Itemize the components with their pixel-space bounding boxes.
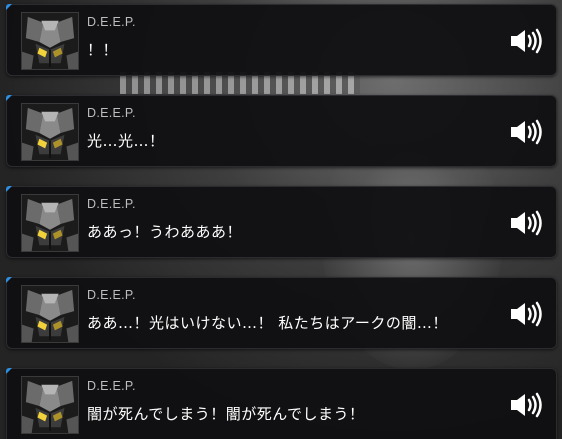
speaker-name: D.E.E.P. (87, 106, 136, 120)
deep-robot-icon (21, 285, 79, 343)
log-entry: D.E.E.P. 闇が死んでしまう！闇が死んでしまう！ (6, 368, 557, 439)
speaker-icon[interactable] (510, 118, 544, 146)
log-entry: D.E.E.P. ああ…！光はいけない…！ 私たちはアークの闇…！ (6, 277, 557, 349)
speaker-name: D.E.E.P. (87, 15, 136, 29)
log-entry: D.E.E.P. 光…光…！ (6, 95, 557, 167)
dialogue-text: ああっ！うわあああ！ (87, 223, 243, 241)
deep-robot-icon (21, 376, 79, 434)
dialogue-text: 光…光…！ (87, 132, 165, 150)
dialogue-log[interactable]: D.E.E.P. ！！ D.E.E.P. 光…光…！ D.E.E.P. ああっ！… (0, 0, 562, 439)
speaker-icon[interactable] (510, 27, 544, 55)
dialogue-text: ああ…！光はいけない…！ 私たちはアークの闇…！ (87, 314, 448, 332)
speaker-icon[interactable] (510, 209, 544, 237)
speaker-name: D.E.E.P. (87, 379, 136, 393)
dialogue-text: 闇が死んでしまう！闇が死んでしまう！ (87, 405, 365, 423)
log-entry: D.E.E.P. ！！ (6, 4, 557, 76)
speaker-icon[interactable] (510, 391, 544, 419)
deep-robot-icon (21, 103, 79, 161)
deep-robot-icon (21, 12, 79, 70)
speaker-name: D.E.E.P. (87, 197, 136, 211)
deep-robot-icon (21, 194, 79, 252)
dialogue-text: ！！ (87, 41, 119, 59)
speaker-icon[interactable] (510, 300, 544, 328)
log-entry: D.E.E.P. ああっ！うわあああ！ (6, 186, 557, 258)
speaker-name: D.E.E.P. (87, 288, 136, 302)
